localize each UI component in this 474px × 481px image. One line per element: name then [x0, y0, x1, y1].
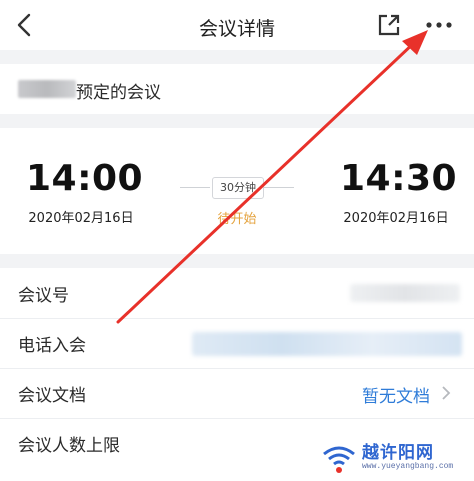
- meeting-number-row[interactable]: 会议号: [0, 268, 474, 319]
- no-docs-link[interactable]: 暂无文档: [362, 382, 430, 407]
- end-date: 2020年02月16日: [343, 211, 449, 226]
- redacted-name: [18, 80, 76, 98]
- organizer-row: 预定的会议: [0, 64, 474, 114]
- chevron-right-icon: [442, 386, 451, 400]
- start-time: 14:00: [26, 158, 144, 199]
- meeting-schedule: 14:00 2020年02月16日 30分钟 待开始 14:30 2020年02…: [0, 128, 474, 254]
- meeting-docs-label: 会议文档: [18, 386, 86, 406]
- phone-join-row[interactable]: 电话入会: [0, 318, 474, 369]
- page-title: 会议详情: [198, 18, 275, 40]
- redacted-phone-number: [192, 332, 462, 356]
- share-icon[interactable]: [377, 13, 401, 37]
- divider-line: [264, 187, 294, 188]
- redacted-meeting-number: [350, 284, 460, 302]
- end-time-block: 14:30 2020年02月16日: [340, 158, 458, 226]
- start-time-block: 14:00 2020年02月16日: [26, 158, 144, 226]
- watermark-url: www.yueyangbang.com: [362, 462, 454, 471]
- attendee-limit-label: 会议人数上限: [18, 436, 120, 456]
- meeting-docs-row[interactable]: 会议文档 暂无文档: [0, 368, 474, 419]
- meeting-status: 待开始: [217, 212, 257, 227]
- end-time: 14:30: [340, 158, 458, 199]
- nav-bar: 会议详情: [0, 0, 474, 50]
- duration-block: 30分钟 待开始: [180, 176, 294, 227]
- phone-join-label: 电话入会: [18, 336, 86, 356]
- watermark-brand: 越许阳网: [362, 443, 434, 463]
- more-horizontal-icon[interactable]: [424, 14, 454, 36]
- start-date: 2020年02月16日: [28, 211, 134, 226]
- divider-line: [180, 187, 210, 188]
- meeting-number-label: 会议号: [18, 286, 69, 306]
- watermark: 越许阳网 www.yueyangbang.com: [318, 436, 474, 481]
- wifi-logo-icon: [323, 446, 355, 473]
- organizer-text: 预定的会议: [76, 83, 161, 103]
- duration-badge: 30分钟: [212, 177, 264, 199]
